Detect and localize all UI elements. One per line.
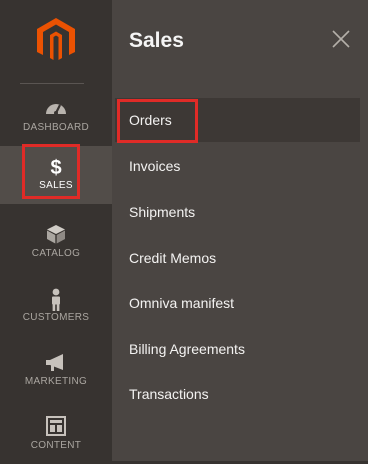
close-button[interactable] bbox=[328, 26, 354, 52]
nav-dashboard[interactable]: DASHBOARD bbox=[0, 88, 112, 146]
person-icon bbox=[0, 288, 112, 311]
nav-catalog[interactable]: CATALOG bbox=[0, 214, 112, 272]
menu-item-shipments[interactable]: Shipments bbox=[115, 190, 360, 234]
sales-flyout-menu: Sales Orders Invoices Shipments Credit M… bbox=[112, 0, 368, 461]
nav-marketing-label: MARKETING bbox=[24, 376, 88, 387]
menu-item-omniva-manifest[interactable]: Omniva manifest bbox=[115, 281, 360, 325]
nav-dashboard-label: DASHBOARD bbox=[22, 122, 90, 133]
menu-item-billing-agreements[interactable]: Billing Agreements bbox=[115, 327, 360, 371]
magento-logo-icon bbox=[37, 18, 75, 60]
nav-catalog-label: CATALOG bbox=[31, 248, 81, 259]
magento-logo[interactable] bbox=[0, 0, 112, 86]
dashboard-icon bbox=[0, 98, 112, 120]
close-icon bbox=[332, 30, 350, 48]
logo-divider bbox=[20, 83, 84, 84]
admin-left-nav: DASHBOARD $ SALES CATALOG CUSTOMERS MARK… bbox=[0, 0, 112, 461]
orders-highlight-box bbox=[117, 99, 198, 143]
nav-marketing[interactable]: MARKETING bbox=[0, 342, 112, 400]
nav-customers-label: CUSTOMERS bbox=[22, 312, 90, 323]
megaphone-icon bbox=[0, 352, 112, 374]
layout-icon bbox=[0, 416, 112, 438]
sales-highlight-box bbox=[22, 144, 80, 199]
cube-icon bbox=[0, 224, 112, 246]
nav-content[interactable]: CONTENT bbox=[0, 406, 112, 464]
menu-item-transactions[interactable]: Transactions bbox=[115, 372, 360, 416]
admin-app: DASHBOARD $ SALES CATALOG CUSTOMERS MARK… bbox=[0, 0, 368, 461]
nav-content-label: CONTENT bbox=[30, 440, 82, 451]
flyout-title: Sales bbox=[129, 29, 184, 52]
menu-item-invoices[interactable]: Invoices bbox=[115, 144, 360, 188]
nav-customers[interactable]: CUSTOMERS bbox=[0, 278, 112, 336]
menu-item-credit-memos[interactable]: Credit Memos bbox=[115, 236, 360, 280]
